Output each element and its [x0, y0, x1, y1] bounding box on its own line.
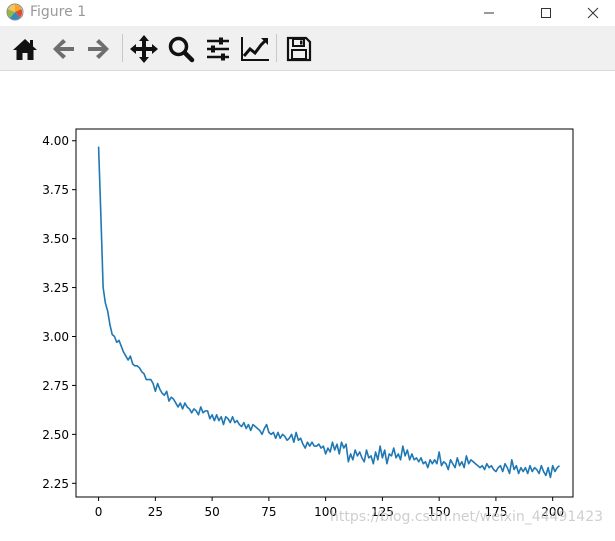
- minimize-icon: [484, 12, 494, 14]
- arrow-left-icon: [53, 39, 74, 59]
- close-button[interactable]: [570, 0, 615, 26]
- zoom-button[interactable]: [166, 34, 196, 64]
- toolbar-separator: [276, 34, 277, 62]
- home-icon: [13, 39, 37, 60]
- x-tick-label: 75: [261, 505, 276, 519]
- watermark: https://blog.csdn.net/weixin_44491423: [330, 509, 604, 525]
- window-title: Figure 1: [30, 4, 87, 20]
- maximize-button[interactable]: [523, 0, 569, 26]
- toolbar-separator: [122, 34, 123, 62]
- maximize-icon: [541, 8, 551, 18]
- magnifier-icon: [168, 36, 195, 63]
- arrow-right-icon: [88, 39, 109, 59]
- edit-axis-button[interactable]: [240, 34, 270, 64]
- move-icon: [130, 35, 158, 63]
- y-tick-label: 2.50: [42, 428, 69, 442]
- y-axis: 2.25 2.50 2.75 3.00 3.25 3.50 3.75 4.00: [42, 134, 76, 491]
- back-button[interactable]: [48, 34, 78, 64]
- minimize-button[interactable]: [466, 0, 512, 26]
- pan-button[interactable]: [129, 34, 159, 64]
- line-plot: 2.25 2.50 2.75 3.00 3.25 3.50 3.75 4.00 0 25 50 75…: [42, 128, 574, 519]
- x-tick-label: 25: [148, 505, 163, 519]
- figure-canvas[interactable]: 2.25 2.50 2.75 3.00 3.25 3.50 3.75 4.00 0 25 50 75…: [0, 71, 615, 537]
- matplotlib-logo-icon: [6, 3, 24, 21]
- y-tick-label: 2.75: [42, 379, 69, 393]
- save-button[interactable]: [284, 34, 314, 64]
- sliders-icon: [207, 37, 229, 61]
- y-tick-label: 3.50: [42, 232, 69, 246]
- forward-button[interactable]: [84, 34, 114, 64]
- navigation-toolbar: [0, 26, 615, 71]
- x-tick-label: 50: [204, 505, 219, 519]
- close-icon: [587, 7, 599, 19]
- y-tick-label: 3.75: [42, 183, 69, 197]
- x-tick-label: 0: [95, 505, 103, 519]
- axes-background: [76, 129, 573, 497]
- y-tick-label: 3.00: [42, 330, 69, 344]
- line-chart-icon: [241, 37, 269, 61]
- title-bar: Figure 1: [0, 0, 615, 26]
- y-tick-label: 3.25: [42, 281, 69, 295]
- y-tick-label: 4.00: [42, 134, 69, 148]
- configure-subplots-button[interactable]: [203, 34, 233, 64]
- home-button[interactable]: [10, 34, 40, 64]
- y-tick-label: 2.25: [42, 477, 69, 491]
- floppy-disk-icon: [286, 36, 312, 62]
